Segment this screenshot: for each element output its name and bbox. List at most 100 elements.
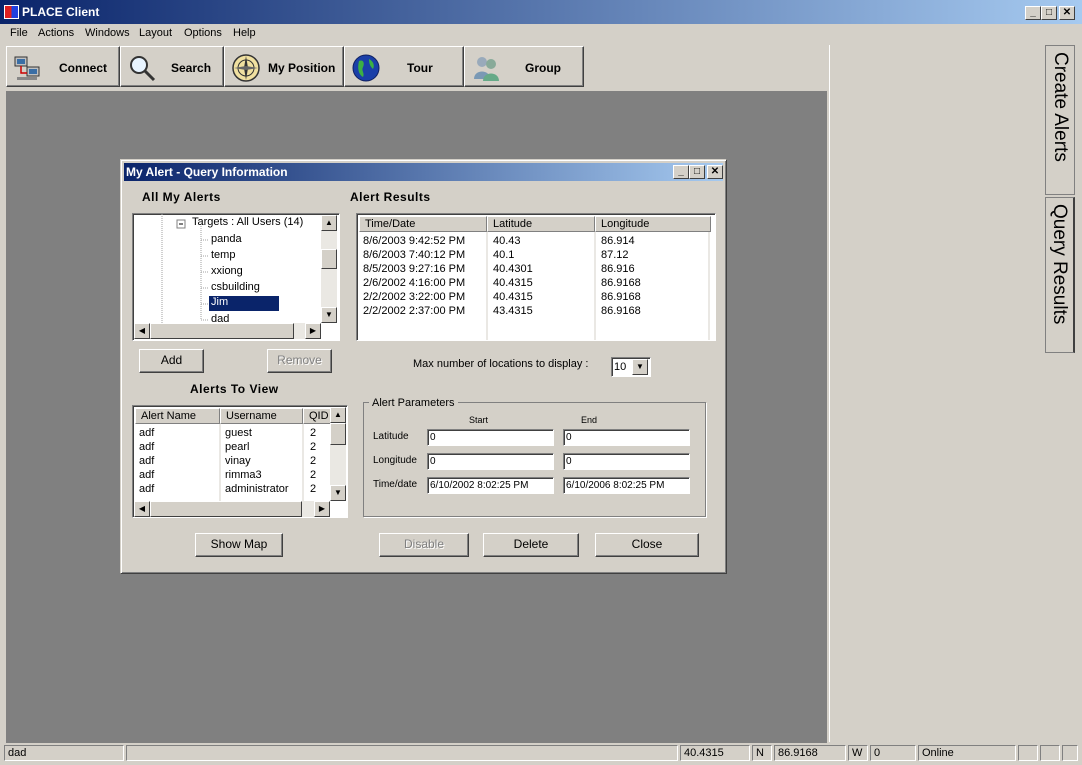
- show-map-button[interactable]: Show Map: [195, 533, 283, 557]
- scroll-left-icon[interactable]: ◀: [134, 501, 150, 517]
- app-titlebar: PLACE Client _ □ ✕: [0, 0, 1082, 24]
- cell: 40.4315: [493, 291, 533, 303]
- col-alert-name[interactable]: Alert Name: [135, 408, 220, 424]
- menu-file[interactable]: File: [10, 27, 28, 39]
- cell: 2/6/2002 4:16:00 PM: [363, 277, 466, 289]
- table-row[interactable]: 8/6/2003 7:40:12 PM 40.1 87.12: [359, 248, 709, 262]
- tree-item[interactable]: temp: [211, 249, 235, 261]
- menu-windows[interactable]: Windows: [85, 27, 130, 39]
- tree-root-targets[interactable]: Targets : All Users (14): [192, 216, 303, 228]
- longitude-end-input[interactable]: 0: [563, 453, 690, 470]
- scroll-up-icon[interactable]: ▲: [321, 215, 337, 231]
- tree-item[interactable]: csbuilding: [211, 281, 260, 293]
- list-vscroll[interactable]: ▲ ▼: [330, 407, 346, 501]
- remove-button[interactable]: Remove: [267, 349, 332, 373]
- tree-item[interactable]: panda: [211, 233, 242, 245]
- menu-help[interactable]: Help: [233, 27, 256, 39]
- table-row[interactable]: 8/5/2003 9:27:16 PM 40.4301 86.916: [359, 262, 709, 276]
- tour-button[interactable]: Tour: [344, 46, 464, 87]
- tab-query-results[interactable]: Query Results: [1045, 197, 1075, 353]
- table-row[interactable]: 2/2/2002 2:37:00 PM 43.4315 86.9168: [359, 304, 709, 318]
- table-row[interactable]: 2/2/2002 3:22:00 PM 40.4315 86.9168: [359, 290, 709, 304]
- cell: 2/2/2002 3:22:00 PM: [363, 291, 466, 303]
- start-label: Start: [469, 415, 489, 425]
- my-position-button[interactable]: My Position: [224, 46, 344, 87]
- menu-options[interactable]: Options: [184, 27, 222, 39]
- scroll-down-icon[interactable]: ▼: [330, 485, 346, 501]
- cell: 2: [310, 427, 317, 439]
- cell: 86.9168: [601, 291, 641, 303]
- latitude-end-input[interactable]: 0: [563, 429, 690, 446]
- scroll-thumb[interactable]: [150, 323, 294, 339]
- add-button[interactable]: Add: [139, 349, 204, 373]
- alert-results-list[interactable]: Time/Date Latitude Longitude 8/6/2003 9:…: [356, 213, 716, 341]
- status-lat-dir: N: [752, 745, 772, 761]
- col-qid[interactable]: QID: [303, 408, 331, 424]
- table-row[interactable]: 8/6/2003 9:42:52 PM 40.43 86.914: [359, 234, 709, 248]
- end-label: End: [581, 415, 598, 425]
- scroll-down-icon[interactable]: ▼: [321, 307, 337, 323]
- col-longitude[interactable]: Longitude: [595, 216, 711, 232]
- alerts-to-view-list[interactable]: Alert Name Username QID adf guest 2 adf pea…: [132, 405, 348, 518]
- time-start-input[interactable]: 6/10/2002 8:02:25 PM: [427, 477, 554, 494]
- minimize-button[interactable]: _: [1025, 6, 1041, 20]
- cell: 2: [310, 455, 317, 467]
- cell: 40.43: [493, 235, 521, 247]
- status-extra: [1040, 745, 1060, 761]
- cell: 86.914: [601, 235, 635, 247]
- tree-item[interactable]: xxiong: [211, 265, 243, 277]
- scroll-right-icon[interactable]: ▶: [314, 501, 330, 517]
- menu-layout[interactable]: Layout: [139, 27, 172, 39]
- table-row[interactable]: adf administrator 2: [135, 482, 331, 496]
- close-button[interactable]: Close: [595, 533, 699, 557]
- time-end-input[interactable]: 6/10/2006 8:02:25 PM: [563, 477, 690, 494]
- table-row[interactable]: adf rimma3 2: [135, 468, 331, 482]
- chevron-down-icon[interactable]: ▼: [632, 359, 648, 375]
- longitude-start-input[interactable]: 0: [427, 453, 554, 470]
- tree-vscroll[interactable]: ▲ ▼: [321, 215, 337, 323]
- max-locations-select[interactable]: 10 ▼: [611, 357, 651, 377]
- cell: adf: [139, 483, 155, 495]
- dialog-maximize-button[interactable]: □: [689, 165, 705, 179]
- resize-grip-icon[interactable]: [1062, 745, 1078, 761]
- disable-button[interactable]: Disable: [379, 533, 469, 557]
- group-button[interactable]: Group: [464, 46, 584, 87]
- scroll-right-icon[interactable]: ▶: [305, 323, 321, 339]
- col-latitude[interactable]: Latitude: [487, 216, 595, 232]
- cell: adf: [139, 469, 155, 481]
- col-time-date[interactable]: Time/Date: [359, 216, 487, 232]
- table-row[interactable]: adf guest 2: [135, 426, 331, 440]
- tab-create-alerts[interactable]: Create Alerts: [1045, 45, 1075, 195]
- list-hscroll[interactable]: ◀ ▶: [134, 501, 330, 517]
- table-row[interactable]: 2/6/2002 4:16:00 PM 40.4315 86.9168: [359, 276, 709, 290]
- scroll-left-icon[interactable]: ◀: [134, 323, 150, 339]
- tree-item-selected[interactable]: Jim: [208, 295, 280, 312]
- cell: 2: [310, 469, 317, 481]
- alerts-tree[interactable]: Targets : All Users (14) panda temp xxio…: [132, 213, 340, 341]
- dialog-title: My Alert - Query Information: [126, 165, 288, 179]
- group-label: Group: [525, 61, 561, 75]
- dialog-minimize-button[interactable]: _: [673, 165, 689, 179]
- scroll-thumb[interactable]: [321, 249, 337, 269]
- maximize-button[interactable]: □: [1041, 6, 1057, 20]
- scroll-up-icon[interactable]: ▲: [330, 407, 346, 423]
- tree-hscroll[interactable]: ◀ ▶: [134, 323, 321, 339]
- dialog-close-icon[interactable]: ✕: [707, 165, 723, 179]
- cell: 2: [310, 483, 317, 495]
- cell: 86.916: [601, 263, 635, 275]
- latitude-start-input[interactable]: 0: [427, 429, 554, 446]
- col-username[interactable]: Username: [220, 408, 303, 424]
- scroll-thumb[interactable]: [330, 423, 346, 445]
- cell: guest: [225, 427, 252, 439]
- close-window-button[interactable]: ✕: [1059, 6, 1075, 20]
- table-row[interactable]: adf vinay 2: [135, 454, 331, 468]
- menu-actions[interactable]: Actions: [38, 27, 74, 39]
- table-row[interactable]: adf pearl 2: [135, 440, 331, 454]
- max-locations-label: Max number of locations to display :: [413, 358, 589, 370]
- search-button[interactable]: Search: [120, 46, 224, 87]
- alert-results-heading: Alert Results: [350, 190, 431, 204]
- scroll-thumb[interactable]: [150, 501, 302, 517]
- delete-button[interactable]: Delete: [483, 533, 579, 557]
- connect-button[interactable]: Connect: [6, 46, 120, 87]
- latitude-label: Latitude: [373, 431, 409, 442]
